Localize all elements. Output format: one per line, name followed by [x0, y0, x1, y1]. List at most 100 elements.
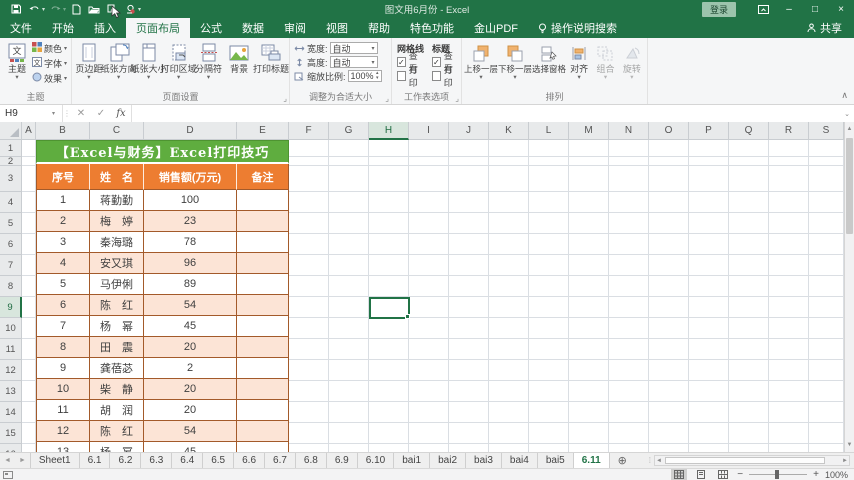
column-header-H[interactable]: H — [369, 122, 409, 140]
height-dropdown[interactable]: 自动▾ — [330, 56, 378, 68]
vertical-scroll-thumb[interactable] — [846, 138, 853, 234]
cell-sales[interactable]: 20 — [144, 337, 237, 358]
share-button[interactable]: 共享 — [807, 18, 854, 38]
insert-function-icon[interactable]: fx — [111, 108, 131, 119]
column-header-Q[interactable]: Q — [729, 122, 769, 140]
margins-button[interactable]: 页边距▾ — [74, 41, 104, 81]
theme-effects-button[interactable]: 效果▾ — [32, 71, 67, 85]
row-header-13[interactable]: 13 — [0, 381, 22, 402]
macro-record-icon[interactable] — [3, 471, 13, 479]
cell-note[interactable] — [237, 379, 289, 400]
page-break-view-button[interactable] — [715, 469, 731, 480]
width-dropdown[interactable]: 自动▾ — [330, 42, 378, 54]
cell-no[interactable]: 5 — [36, 274, 90, 295]
sheet-tab-bai4[interactable]: bai4 — [502, 453, 538, 468]
sheet-tab-6.3[interactable]: 6.3 — [141, 453, 172, 468]
cell-sales[interactable]: 45 — [144, 316, 237, 337]
cell-sales[interactable]: 100 — [144, 190, 237, 211]
column-header-S[interactable]: S — [809, 122, 844, 140]
redo-icon[interactable] — [47, 2, 63, 16]
column-header-F[interactable]: F — [289, 122, 329, 140]
gridlines-print-checkbox[interactable]: 打印 — [397, 69, 424, 83]
enter-icon[interactable]: ✓ — [91, 108, 111, 119]
ribbon-tab-特色功能[interactable]: 特色功能 — [400, 18, 464, 38]
ribbon-tab-金山PDF[interactable]: 金山PDF — [464, 18, 528, 38]
sheet-nav-left-icon[interactable]: ◄ — [0, 453, 15, 468]
scroll-left-icon[interactable]: ◄ — [656, 456, 662, 465]
cell-name[interactable]: 陈 红 — [90, 295, 144, 316]
background-button[interactable]: 背景 — [223, 41, 255, 81]
column-header-P[interactable]: P — [689, 122, 729, 140]
row-header-6[interactable]: 6 — [0, 234, 22, 255]
formula-bar-expand-icon[interactable]: ⌄ — [844, 110, 854, 118]
cell-no[interactable]: 1 — [36, 190, 90, 211]
sheet-tab-Sheet1[interactable]: Sheet1 — [30, 453, 80, 468]
column-header-A[interactable]: A — [22, 122, 36, 140]
selection-pane-button[interactable]: 选择窗格 — [532, 41, 566, 81]
cell-no[interactable]: 2 — [36, 211, 90, 232]
row-header-12[interactable]: 12 — [0, 360, 22, 381]
ribbon-tab-页面布局[interactable]: 页面布局 — [126, 18, 190, 38]
row-header-15[interactable]: 15 — [0, 423, 22, 444]
sheet-tab-6.5[interactable]: 6.5 — [203, 453, 234, 468]
column-header-O[interactable]: O — [649, 122, 689, 140]
orientation-button[interactable]: 纸张方向▾ — [104, 41, 134, 81]
column-header-C[interactable]: C — [90, 122, 144, 140]
cell-name[interactable]: 梅 婷 — [90, 211, 144, 232]
ribbon-display-options-icon[interactable] — [750, 0, 776, 18]
cell-note[interactable] — [237, 295, 289, 316]
cell-no[interactable]: 7 — [36, 316, 90, 337]
group-button[interactable]: 组合▾ — [592, 41, 618, 81]
cell-name[interactable]: 安又琪 — [90, 253, 144, 274]
cell-no[interactable]: 3 — [36, 232, 90, 253]
sheet-nav-right-icon[interactable]: ► — [15, 453, 30, 468]
close-button[interactable]: × — [828, 0, 854, 18]
row-header-1[interactable]: 1 — [0, 140, 22, 157]
ribbon-tab-帮助[interactable]: 帮助 — [358, 18, 400, 38]
cell-sales[interactable]: 23 — [144, 211, 237, 232]
cell-sales[interactable]: 96 — [144, 253, 237, 274]
cell-name[interactable]: 秦海璐 — [90, 232, 144, 253]
cell-name[interactable]: 胡 润 — [90, 400, 144, 421]
sheet-tab-6.2[interactable]: 6.2 — [110, 453, 141, 468]
themes-button[interactable]: 文 主题 ▾ — [2, 41, 32, 85]
row-header-10[interactable]: 10 — [0, 318, 22, 339]
vertical-scrollbar[interactable]: ▲ ▼ — [844, 122, 854, 452]
sheet-tab-6.8[interactable]: 6.8 — [296, 453, 327, 468]
row-header-5[interactable]: 5 — [0, 213, 22, 234]
cell-name[interactable]: 杨 幂 — [90, 442, 144, 452]
sheet-tab-6.9[interactable]: 6.9 — [327, 453, 358, 468]
stamp-icon[interactable] — [122, 2, 138, 16]
sheet-tab-bai5[interactable]: bai5 — [538, 453, 574, 468]
align-button[interactable]: 对齐▾ — [566, 41, 592, 81]
cell-sales[interactable]: 78 — [144, 232, 237, 253]
horizontal-scrollbar[interactable]: ◄ ► — [654, 455, 850, 466]
sheet-tab-bai2[interactable]: bai2 — [430, 453, 466, 468]
scale-dialog-launcher-icon[interactable]: ⌟ — [385, 95, 389, 103]
cell-name[interactable]: 蒋勤勤 — [90, 190, 144, 211]
name-box[interactable]: H9 — [0, 105, 52, 122]
scroll-down-icon[interactable]: ▼ — [845, 438, 854, 452]
column-header-I[interactable]: I — [409, 122, 449, 140]
page-layout-view-button[interactable] — [693, 469, 709, 480]
login-button[interactable]: 登录 — [702, 2, 736, 17]
cell-name[interactable]: 柴 静 — [90, 379, 144, 400]
cell-note[interactable] — [237, 190, 289, 211]
sheet-options-dialog-launcher-icon[interactable]: ⌟ — [455, 95, 459, 103]
tell-me-search[interactable]: 操作说明搜索 — [538, 18, 617, 38]
cell-note[interactable] — [237, 253, 289, 274]
zoom-out-button[interactable]: − — [737, 470, 743, 480]
column-header-L[interactable]: L — [529, 122, 569, 140]
sheet-tab-6.11[interactable]: 6.11 — [574, 453, 610, 468]
cell-no[interactable]: 6 — [36, 295, 90, 316]
maximize-button[interactable]: □ — [802, 0, 828, 18]
new-sheet-button[interactable]: ⊕ — [610, 453, 635, 468]
cell-note[interactable] — [237, 274, 289, 295]
column-header-K[interactable]: K — [489, 122, 529, 140]
cell-no[interactable]: 13 — [36, 442, 90, 452]
bring-forward-button[interactable]: 上移一层▾ — [464, 41, 498, 81]
rotate-button[interactable]: 旋转▾ — [619, 41, 645, 81]
theme-fonts-button[interactable]: 文字体▾ — [32, 56, 67, 70]
tab-scrollbar-splitter[interactable]: ⁞ — [646, 453, 654, 468]
row-header-11[interactable]: 11 — [0, 339, 22, 360]
